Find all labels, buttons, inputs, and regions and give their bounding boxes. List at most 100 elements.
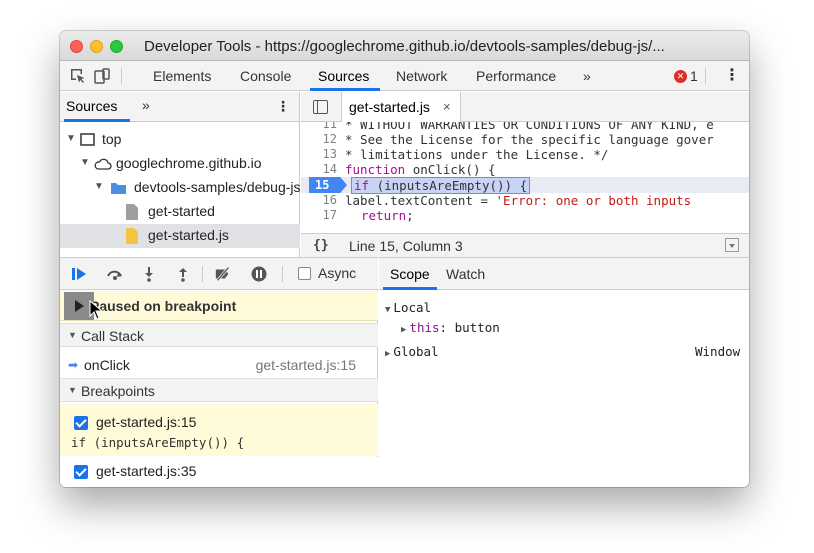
paused-message: Paused on breakpoint bbox=[90, 298, 237, 314]
breakpoint-item[interactable]: get-started.js:15 if (inputsAreEmpty()) … bbox=[60, 404, 378, 456]
collapse-triangle-icon: ▼ bbox=[68, 330, 77, 340]
breakpoint-checkbox[interactable] bbox=[74, 416, 88, 430]
tree-item-domain[interactable]: ▼ googlechrome.github.io bbox=[60, 152, 300, 176]
expand-triangle-icon: ▶ bbox=[385, 349, 391, 359]
tab-sources[interactable]: Sources bbox=[318, 68, 369, 84]
code-editor: get-started.js × 11 * WITHOUT WARRANTIES… bbox=[301, 92, 749, 257]
scope-tabs: Scope Watch bbox=[379, 258, 749, 290]
zoom-window-button[interactable] bbox=[110, 40, 123, 53]
main-toolbar: Elements Console Sources Network Perform… bbox=[60, 61, 749, 91]
scope-panel: Scope Watch ▼ Local ▶ this: button ▶ Global… bbox=[379, 257, 749, 487]
tab-scope[interactable]: Scope bbox=[390, 266, 430, 282]
scope-this[interactable]: ▶ this: button bbox=[401, 320, 500, 335]
tab-console[interactable]: Console bbox=[240, 68, 291, 84]
breakpoints-header[interactable]: ▼ Breakpoints bbox=[60, 378, 378, 402]
line-number: 12 bbox=[322, 132, 337, 146]
async-checkbox[interactable] bbox=[298, 267, 311, 280]
pretty-print-button[interactable]: {} bbox=[313, 238, 329, 253]
tree-item-file-html[interactable]: get-started bbox=[60, 200, 300, 224]
tab-sources-navigator[interactable]: Sources bbox=[66, 98, 117, 114]
breakpoint-code: if (inputsAreEmpty()) { bbox=[71, 435, 245, 450]
tree-item-label: get-started bbox=[148, 203, 215, 219]
code-area[interactable]: 11 * WITHOUT WARRANTIES OR CONDITIONS OF… bbox=[301, 122, 749, 233]
expand-triangle-icon: ▼ bbox=[80, 157, 90, 168]
tree-item-label: get-started.js bbox=[148, 227, 229, 243]
tree-item-file-js[interactable]: get-started.js bbox=[60, 224, 300, 248]
frame-location[interactable]: get-started.js:15 bbox=[256, 357, 356, 373]
code-line: 14 function onClick() { bbox=[301, 162, 749, 178]
tab-network[interactable]: Network bbox=[396, 68, 447, 84]
tab-watch[interactable]: Watch bbox=[446, 266, 485, 282]
step-into-icon[interactable] bbox=[140, 265, 158, 283]
toolbar-separator bbox=[121, 68, 122, 84]
section-title: Call Stack bbox=[81, 328, 145, 344]
frame-icon bbox=[80, 133, 95, 146]
error-counter[interactable]: ✕ 1 bbox=[674, 68, 698, 84]
tab-elements[interactable]: Elements bbox=[153, 68, 211, 84]
section-title: Breakpoints bbox=[81, 383, 155, 399]
expand-triangle-icon: ▼ bbox=[94, 181, 104, 192]
device-toolbar-icon[interactable] bbox=[94, 68, 110, 84]
close-tab-icon[interactable]: × bbox=[443, 99, 451, 114]
scope-global[interactable]: ▶ Global bbox=[385, 344, 439, 359]
expand-triangle-icon: ▼ bbox=[66, 133, 76, 144]
code-text: if (inputsAreEmpty()) { bbox=[351, 177, 531, 194]
scope-active-tab-indicator bbox=[383, 287, 437, 290]
cursor-position: Line 15, Column 3 bbox=[349, 238, 463, 254]
toggle-navigator-icon[interactable] bbox=[313, 100, 328, 114]
current-frame-arrow-icon: ➡ bbox=[68, 358, 79, 372]
breakpoint-name: get-started.js:35 bbox=[96, 463, 197, 479]
code-text: * limitations under the License. */ bbox=[345, 147, 609, 162]
error-icon: ✕ bbox=[674, 69, 687, 83]
tab-performance[interactable]: Performance bbox=[476, 68, 556, 84]
scope-global-value: Window bbox=[695, 344, 741, 359]
active-tab-indicator bbox=[310, 88, 380, 91]
paused-banner: Paused on breakpoint bbox=[60, 291, 378, 321]
deactivate-breakpoints-icon[interactable] bbox=[214, 265, 232, 283]
scope-local[interactable]: ▼ Local bbox=[385, 300, 431, 315]
toolbar-separator bbox=[282, 266, 283, 282]
tree-item-label: devtools-samples/debug-js bbox=[134, 179, 300, 195]
navigator-more-button[interactable]: » bbox=[142, 97, 150, 113]
inspect-element-icon[interactable] bbox=[70, 68, 86, 84]
cloud-icon bbox=[94, 158, 112, 170]
navigator-menu-icon[interactable]: ⋮ bbox=[276, 98, 290, 115]
tree-item-top[interactable]: ▼ top bbox=[60, 128, 300, 152]
more-tabs-button[interactable]: » bbox=[583, 68, 591, 84]
toolbar-separator bbox=[705, 68, 706, 84]
tree-item-label: top bbox=[102, 131, 122, 147]
code-line: 16 label.textContent = 'Error: one or bo… bbox=[301, 193, 749, 209]
call-frame[interactable]: ➡ onClick get-started.js:15 bbox=[60, 351, 378, 379]
breakpoint-item[interactable]: get-started.js:35 bbox=[60, 457, 378, 487]
breakpoint-marker[interactable]: 15 bbox=[309, 177, 347, 193]
line-number: 17 bbox=[322, 208, 337, 222]
toolbar-separator bbox=[202, 266, 203, 282]
document-icon bbox=[126, 204, 138, 220]
breakpoint-checkbox[interactable] bbox=[74, 465, 88, 479]
editor-tab[interactable]: get-started.js × bbox=[341, 92, 461, 122]
expand-triangle-icon: ▼ bbox=[385, 305, 391, 315]
resume-icon[interactable] bbox=[70, 265, 88, 283]
code-text: function onClick() { bbox=[345, 162, 496, 177]
pause-on-exceptions-icon[interactable] bbox=[250, 265, 268, 283]
code-text: * WITHOUT WARRANTIES OR CONDITIONS OF AN… bbox=[345, 122, 714, 132]
line-number: 14 bbox=[322, 162, 337, 176]
step-out-icon[interactable] bbox=[174, 265, 192, 283]
minimize-window-button[interactable] bbox=[90, 40, 103, 53]
customize-menu-icon[interactable]: ⋮ bbox=[724, 67, 740, 85]
expand-triangle-icon: ▶ bbox=[401, 325, 407, 335]
step-over-icon[interactable] bbox=[106, 265, 124, 283]
code-text: * See the License for the specific langu… bbox=[345, 132, 714, 147]
collapse-triangle-icon: ▼ bbox=[68, 385, 77, 395]
code-line: 13 * limitations under the License. */ bbox=[301, 147, 749, 163]
navigator-active-tab-indicator bbox=[64, 119, 130, 122]
file-navigator: Sources » ⋮ ▼ top ▼ googlechrome.github.… bbox=[60, 92, 300, 257]
close-window-button[interactable] bbox=[70, 40, 83, 53]
coverage-toggle-icon[interactable] bbox=[725, 238, 739, 252]
folder-icon bbox=[111, 183, 126, 194]
call-stack-header[interactable]: ▼ Call Stack bbox=[60, 323, 378, 347]
code-text: return; bbox=[361, 208, 414, 223]
tree-item-folder[interactable]: ▼ devtools-samples/debug-js bbox=[60, 176, 300, 200]
window-title: Developer Tools - https://googlechrome.g… bbox=[144, 38, 665, 55]
title-bar: Developer Tools - https://googlechrome.g… bbox=[60, 31, 749, 61]
